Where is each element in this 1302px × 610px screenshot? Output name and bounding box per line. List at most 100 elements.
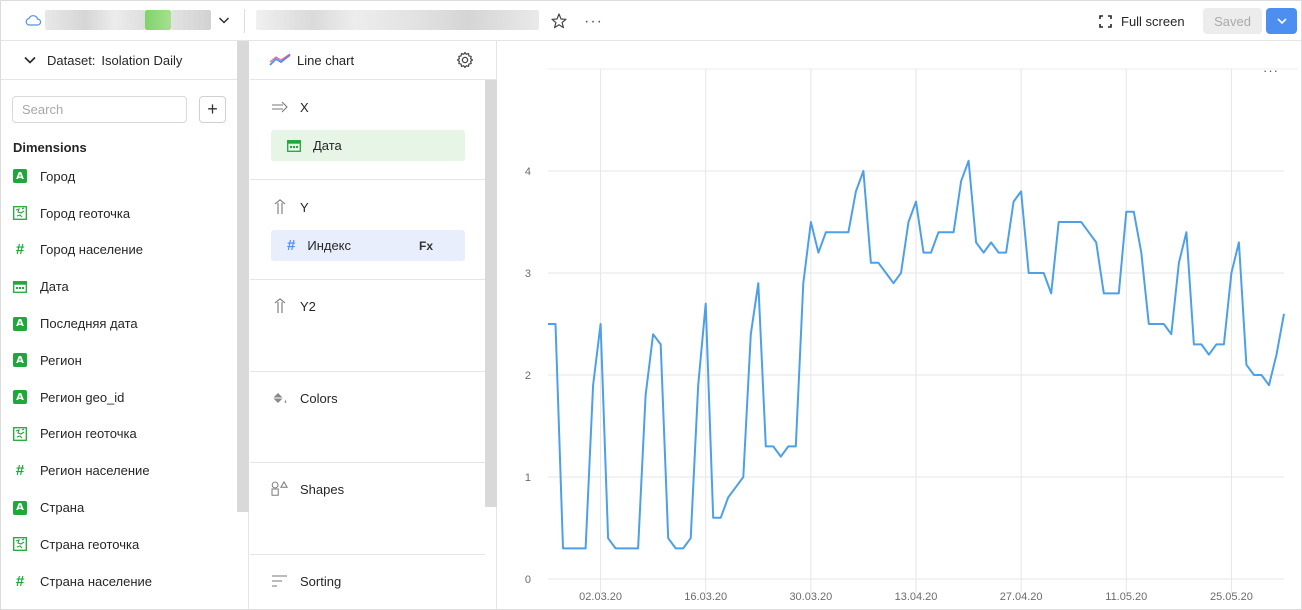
dimension-label: Город [40, 168, 76, 184]
dimension-item[interactable]: # Регион население [1, 452, 237, 489]
save-options-button[interactable] [1266, 8, 1297, 34]
section-x-title: X [270, 99, 309, 115]
visualization-label: Line chart [297, 52, 355, 68]
dimension-item[interactable]: Город геоточка [1, 195, 237, 232]
dimension-item[interactable]: Регион геоточка [1, 416, 237, 453]
saved-button[interactable]: Saved [1203, 8, 1262, 34]
x-tick-label: 30.03.20 [789, 591, 832, 603]
number-type-icon: # [15, 462, 25, 480]
x-tick-label: 16.03.20 [684, 591, 727, 603]
dimension-item[interactable]: A Регион [1, 342, 237, 379]
chevron-down-icon [1276, 18, 1287, 25]
paint-bucket-icon [273, 393, 287, 403]
hash-icon: # [287, 237, 296, 254]
search-input[interactable] [12, 96, 187, 123]
section-colors: Colors [250, 372, 485, 463]
fullscreen-label: Full screen [1121, 13, 1185, 29]
sort-icon [272, 575, 287, 587]
dimension-item[interactable]: A Регион geo_id [1, 379, 237, 416]
string-type-icon: A [13, 169, 27, 184]
section-label: Sorting [300, 573, 342, 589]
dataset-header[interactable]: Dataset: Isolation Daily [1, 41, 248, 80]
line-chart: 0 1 2 3 4 02.03.20 16.03.20 30.03.20 13.04.20 27.… [525, 68, 1298, 603]
star-icon[interactable] [550, 12, 568, 30]
divider [244, 9, 245, 33]
x-tick-label: 27.04.20 [1000, 591, 1043, 603]
redacted-workbook-name [45, 10, 145, 30]
y-tick-label: 2 [525, 370, 531, 382]
string-type-icon: A [13, 353, 27, 368]
section-sorting: Sorting [250, 555, 485, 610]
shapes-icon [271, 481, 288, 496]
y-tick-label: 0 [525, 574, 531, 586]
dimensions-title: Dimensions [13, 140, 87, 155]
calendar-icon [287, 139, 301, 152]
scrollbar[interactable] [237, 41, 249, 512]
dimension-item[interactable]: A Страна [1, 489, 237, 526]
string-type-icon: A [13, 390, 27, 405]
fullscreen-icon [1099, 14, 1112, 28]
string-type-icon: A [13, 500, 27, 515]
dimension-item[interactable]: # Страна население [1, 563, 237, 600]
redacted-chart-name[interactable] [256, 10, 539, 30]
chevron-down-icon[interactable] [23, 53, 37, 67]
section-colors-title: Colors [270, 390, 338, 406]
x-tick-label: 13.04.20 [895, 591, 938, 603]
section-x: X Дата [250, 80, 485, 180]
number-type-icon: # [15, 572, 25, 590]
geo-type-icon [13, 427, 27, 441]
geo-type-icon [13, 206, 27, 221]
field-chip-label: Дата [313, 138, 342, 153]
add-field-button[interactable]: + [199, 96, 226, 123]
chart-area: ··· 0 1 2 3 4 02.03.20 16.03.20 30.03.20 13.04.2… [498, 41, 1302, 610]
x-tick-label: 11.05.20 [1105, 591, 1147, 603]
field-chip-index[interactable]: # Индекс Fx [271, 230, 465, 261]
dimension-label: Регион [40, 352, 82, 368]
fullscreen-button[interactable]: Full screen [1099, 11, 1185, 31]
dimension-label: Регион геоточка [40, 426, 137, 442]
visualization-selector[interactable]: Line chart [250, 41, 496, 80]
field-chip-date[interactable]: Дата [271, 130, 465, 161]
chevron-down-icon[interactable] [217, 13, 231, 27]
dimension-label: Регион geo_id [40, 389, 125, 405]
top-bar: ··· Full screen Saved [1, 1, 1301, 41]
section-label: Colors [300, 390, 338, 406]
redacted-workbook-suffix [171, 10, 211, 30]
formula-badge: Fx [419, 238, 434, 253]
dimension-label: Город население [40, 242, 143, 258]
dimension-item[interactable]: A Последняя дата [1, 305, 237, 342]
more-icon[interactable]: ··· [584, 13, 603, 31]
gear-icon[interactable] [456, 51, 474, 69]
geo-type-icon [13, 537, 27, 552]
redacted-workbook-tag [145, 10, 171, 30]
dataset-panel: Dataset: Isolation Daily + Dimensions AГ… [1, 41, 249, 610]
dimension-item[interactable]: # Город население [1, 232, 237, 269]
date-type-icon [13, 280, 27, 294]
x-tick-label: 25.05.20 [1210, 591, 1253, 603]
dimension-item[interactable]: A Город [1, 158, 237, 195]
dataset-name[interactable]: Isolation Daily [101, 53, 182, 68]
section-label: X [300, 99, 309, 115]
dimension-label: Страна геоточка [40, 536, 140, 552]
dimension-label: Страна население [40, 573, 153, 589]
arrow-up-icon [274, 298, 286, 313]
section-shapes: Shapes [250, 463, 485, 555]
section-label: Y [300, 199, 309, 215]
dimension-item[interactable]: Дата [1, 268, 237, 305]
field-chip-label: Индекс [307, 238, 352, 253]
dimensions-list: A Город Город геоточка # Город население Дата… [1, 158, 237, 600]
string-type-icon: A [13, 316, 27, 331]
dimension-label: Последняя дата [40, 316, 138, 332]
y-tick-label: 1 [525, 472, 531, 484]
arrow-up-icon [274, 199, 286, 214]
scrollbar[interactable] [485, 80, 497, 507]
dimension-item[interactable]: Страна геоточка [1, 526, 237, 563]
section-label: Shapes [300, 481, 345, 497]
x-tick-label: 02.03.20 [579, 591, 622, 603]
arrow-right-icon [272, 101, 288, 113]
section-y2: Y2 [250, 280, 485, 372]
section-label: Y2 [300, 298, 316, 314]
dimension-label: Регион население [40, 463, 150, 479]
dataset-label: Dataset: [47, 52, 96, 68]
y-tick-label: 4 [525, 166, 531, 178]
